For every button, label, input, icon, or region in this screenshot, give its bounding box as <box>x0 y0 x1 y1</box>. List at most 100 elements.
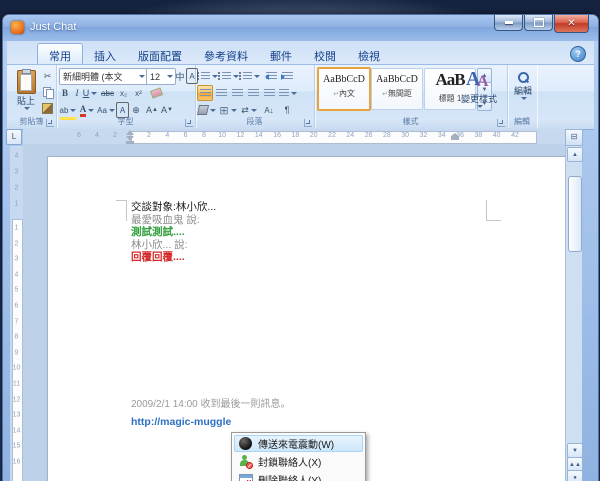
clear-formatting-button[interactable] <box>148 85 164 101</box>
group-font: 新細明體 (本文 12 中 A B I U abc x₂ x² ab A Aa … <box>56 65 196 128</box>
tab-references[interactable]: 參考資料 <box>193 45 259 64</box>
ruler-number: 10 <box>10 365 23 372</box>
ruler-number: 40 <box>493 132 501 139</box>
strikethrough-icon: abc <box>101 89 114 98</box>
bullets-button[interactable] <box>197 68 217 84</box>
ruler-number: 10 <box>218 132 226 139</box>
window-title: Just Chat <box>30 21 76 33</box>
increase-indent-button[interactable] <box>279 68 295 84</box>
decrease-indent-button[interactable] <box>263 68 279 84</box>
character-border-icon: A <box>189 72 194 81</box>
vertical-ruler[interactable]: 4321 12345678910111213141516 <box>10 146 23 481</box>
scrollbar-thumb[interactable] <box>568 176 582 252</box>
ruler-number: 9 <box>10 349 23 356</box>
screen: Just Chat ✕ 常用 插入 版面配置 參考資料 郵件 校閱 檢視 ? <box>0 0 600 481</box>
first-line-indent-marker[interactable] <box>126 130 134 135</box>
menu-item-label: 封鎖聯絡人(X) <box>258 454 321 469</box>
delete-contact-icon <box>239 473 252 481</box>
paragraph-dialog-launcher[interactable] <box>304 119 312 127</box>
close-button[interactable]: ✕ <box>554 15 589 33</box>
scroll-down-button[interactable]: ▼ <box>567 443 583 458</box>
bold-icon: B <box>62 88 68 98</box>
subscript-button[interactable]: x₂ <box>116 85 131 101</box>
paste-label: 貼上 <box>17 94 35 107</box>
align-left-button[interactable] <box>197 85 213 101</box>
tab-review[interactable]: 校閱 <box>303 45 347 64</box>
numbering-button[interactable] <box>218 68 238 84</box>
tab-stop-selector[interactable]: L <box>6 129 22 145</box>
ruler-number: 24 <box>346 132 354 139</box>
tab-insert[interactable]: 插入 <box>83 45 127 64</box>
cut-button[interactable]: ✂ <box>40 68 55 84</box>
chevron-down-icon <box>88 109 94 112</box>
decrease-indent-icon <box>266 72 277 81</box>
clipboard-dialog-launcher[interactable] <box>46 119 54 127</box>
menu-item-send-nudge[interactable]: 傳送來電震動(W) <box>234 435 363 452</box>
align-center-button[interactable] <box>213 85 229 101</box>
menu-item-label: 刪除聯絡人(Y) <box>258 472 321 481</box>
last-message-timestamp: 2009/2/1 14:00 收到最後一則訊息。 <box>131 395 291 410</box>
hyperlink[interactable]: http://magic-muggle <box>131 416 231 428</box>
styles-dialog-launcher[interactable] <box>497 119 505 127</box>
help-icon[interactable]: ? <box>570 46 586 62</box>
maximize-button[interactable] <box>524 15 553 31</box>
justify-button[interactable] <box>245 85 261 101</box>
text-boundary-mark-right <box>486 200 501 221</box>
title-bar[interactable]: Just Chat ✕ <box>3 15 598 41</box>
style-body-text[interactable]: AaBbCcD ↵內文 <box>317 67 371 111</box>
font-size-combo[interactable]: 12 <box>146 68 176 85</box>
copy-button[interactable] <box>40 84 55 100</box>
phonetic-guide-icon: 中 <box>175 70 184 83</box>
underline-button[interactable]: U <box>83 85 97 101</box>
group-label-font: 字型 <box>56 116 195 127</box>
ruler-number: 16 <box>10 459 23 466</box>
style-no-spacing[interactable]: AaBbCcD ↵無間距 <box>371 68 423 110</box>
ruler-number: 6 <box>10 303 23 310</box>
tab-home[interactable]: 常用 <box>37 43 83 64</box>
distribute-button[interactable] <box>261 85 277 101</box>
font-dialog-launcher[interactable] <box>185 119 193 127</box>
enclose-characters-icon: ⊕ <box>132 105 140 116</box>
ruler-number: 34 <box>438 132 446 139</box>
window-controls: ✕ <box>493 15 589 33</box>
horizontal-ruler[interactable]: 642 246810121416182022242628303234363840… <box>23 129 581 144</box>
italic-button[interactable]: I <box>71 85 83 101</box>
font-color-icon: A <box>80 104 87 117</box>
minimize-button[interactable] <box>494 15 523 31</box>
strikethrough-button[interactable]: abc <box>99 85 116 101</box>
group-label-styles: 樣式 <box>314 116 507 127</box>
bold-button[interactable]: B <box>59 85 71 101</box>
align-left-icon <box>200 89 211 98</box>
ruler-number: 42 <box>511 132 519 139</box>
chat-line: 最愛吸血鬼 說: <box>131 214 216 227</box>
ruler-toggle-button[interactable]: ⊟ <box>565 129 583 146</box>
menu-item-delete-contact[interactable]: 刪除聯絡人(Y) <box>234 471 363 481</box>
select-browse-object-button[interactable]: ● <box>567 470 583 481</box>
vertical-scrollbar[interactable]: ▲ ▼ ▲▲ ● ▼▼ <box>565 146 582 481</box>
align-right-button[interactable] <box>229 85 245 101</box>
tab-view[interactable]: 檢視 <box>347 45 391 64</box>
ruler-number: 28 <box>383 132 391 139</box>
paste-button[interactable]: 貼上 <box>10 68 42 120</box>
style-preview: AaBbCcD <box>319 74 369 85</box>
subscript-icon: x₂ <box>120 89 127 98</box>
line-spacing-button[interactable] <box>278 85 298 101</box>
chat-line: 交談對象:林小欣... <box>131 201 216 214</box>
tab-page-layout[interactable]: 版面配置 <box>127 45 193 64</box>
ribbon: 貼上 ✂ 剪貼簿 新細明體 (本文 12 中 A B <box>7 64 594 130</box>
scroll-up-button[interactable]: ▲ <box>567 147 583 162</box>
ruler-number: 11 <box>10 381 23 388</box>
format-painter-button[interactable] <box>40 100 55 116</box>
ribbon-tabs: 常用 插入 版面配置 參考資料 郵件 校閱 檢視 <box>37 45 391 64</box>
chevron-down-icon <box>521 97 527 100</box>
multilevel-list-button[interactable] <box>239 68 259 84</box>
menu-item-block-contact[interactable]: 封鎖聯絡人(X) <box>234 453 363 470</box>
context-menu: 傳送來電震動(W) 封鎖聯絡人(X) 刪除聯絡人(Y) ✕ 關閉對話(Z) <box>231 432 366 481</box>
close-icon: ✕ <box>567 18 575 29</box>
ruler-number: 1 <box>10 225 23 232</box>
tab-mailings[interactable]: 郵件 <box>259 45 303 64</box>
superscript-button[interactable]: x² <box>131 85 146 101</box>
font-name-combo[interactable]: 新細明體 (本文 <box>59 68 148 85</box>
phonetic-guide-button[interactable]: 中 <box>173 68 187 84</box>
chevron-down-icon <box>254 75 260 78</box>
